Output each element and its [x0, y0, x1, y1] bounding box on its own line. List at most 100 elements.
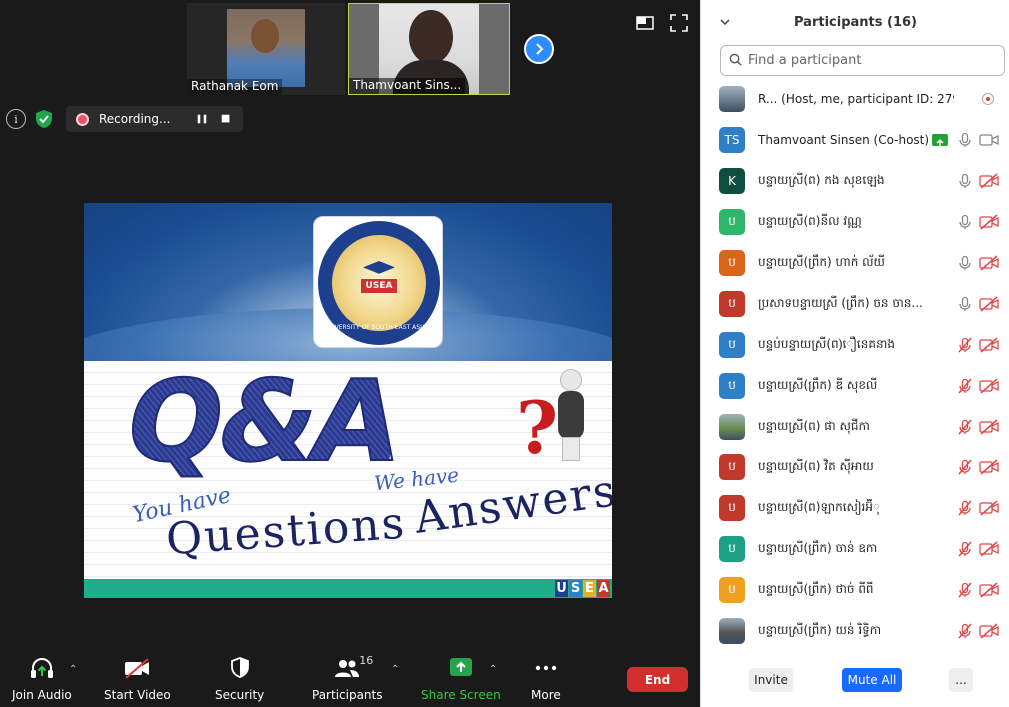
participant-name: បន្ទាយស្រី(ព្រឹក) ថាច់ ពីពី: [758, 582, 874, 597]
participant-row[interactable]: ប បន្ទាយស្រី(ព្រឹក) ឌី សុខលី: [701, 365, 1009, 406]
encryption-shield-icon[interactable]: [34, 109, 54, 129]
camera-off-icon: [979, 255, 999, 271]
start-video-button[interactable]: Start Video: [104, 656, 171, 702]
more-label: More: [531, 688, 561, 702]
fullscreen-icon[interactable]: [670, 14, 688, 32]
mic-muted-icon[interactable]: [957, 378, 973, 394]
participant-avatar: ប: [719, 454, 745, 481]
video-thumbnail-active-speaker[interactable]: Thamvoant Sins...: [348, 3, 510, 95]
participant-row[interactable]: ប ប្រសាទបន្ទាយស្រី (ព្រឹក) ចន ចាន...: [701, 283, 1009, 324]
participant-avatar-photo: [719, 86, 745, 113]
participant-avatar: ប: [719, 331, 745, 358]
shared-screen[interactable]: USEA UNIVERSITY OF SOUTH-EAST ASIA Q&A Y…: [84, 203, 612, 598]
slide-header-background: USEA UNIVERSITY OF SOUTH-EAST ASIA: [84, 203, 612, 428]
camera-icon: [979, 132, 999, 148]
share-screen-icon: [447, 656, 475, 680]
search-icon: [729, 51, 742, 70]
layout-icon[interactable]: [636, 14, 654, 32]
panel-header: Participants (16): [701, 0, 1009, 44]
mic-muted-icon[interactable]: [957, 337, 973, 353]
recording-dot-icon: [76, 112, 89, 126]
mic-muted-icon[interactable]: [957, 459, 973, 475]
start-video-label: Start Video: [104, 688, 171, 702]
panel-footer: Invite Mute All ...: [701, 666, 1009, 694]
mic-muted-icon[interactable]: [957, 541, 973, 557]
invite-button[interactable]: Invite: [749, 668, 793, 692]
participants-count: 16: [359, 654, 374, 667]
participant-row[interactable]: ប បន្ទាយស្រី(ព្រឹក) ថាច់ ពីពី: [701, 570, 1009, 611]
participant-row[interactable]: TS Thamvoant Sinsen (Co-host): [701, 120, 1009, 161]
video-off-icon: [123, 656, 151, 680]
mic-icon[interactable]: [957, 255, 973, 271]
participants-label: Participants: [312, 688, 383, 702]
thumbnail-name: Thamvoant Sins...: [349, 78, 466, 94]
sharing-indicator-icon: [932, 134, 948, 148]
camera-off-icon: [979, 541, 999, 557]
mic-muted-icon[interactable]: [957, 623, 973, 639]
mic-muted-icon[interactable]: [957, 582, 973, 598]
participant-name: Thamvoant Sinsen (Co-host): [758, 133, 930, 148]
participant-row[interactable]: ប បន្ទាយស្រី(ព្រឹក) ហាក់ ល័យី: [701, 243, 1009, 284]
meeting-area: Rathanak Eom Thamvoant Sins... i Recordi…: [0, 0, 700, 707]
participant-row[interactable]: បន្ទាយស្រី(ព) ផា សុជីកា: [701, 406, 1009, 447]
participant-row[interactable]: ប បន្ទាយស្រី(ព) វិត ស៊ីអាយ: [701, 447, 1009, 488]
recording-indicator: Recording...: [66, 106, 243, 132]
participant-row[interactable]: បន្ទាយស្រី(ព្រឹក) យន់ រិទ្ធិកា: [701, 611, 1009, 652]
audio-options-caret-icon[interactable]: ⌃: [69, 664, 77, 675]
participants-icon: 16: [333, 654, 373, 680]
participants-options-caret-icon[interactable]: ⌃: [391, 664, 399, 675]
footer-logo: U S E A: [555, 580, 610, 597]
participants-panel: Participants (16) R... (Host, me, partic…: [700, 0, 1009, 707]
search-input[interactable]: [748, 53, 988, 68]
participant-avatar: ប: [719, 209, 745, 236]
person-figure: [552, 369, 588, 461]
participant-row[interactable]: ប បន្ទប់បន្ទាយស្រី(ព)ឿនេគនាង: [701, 324, 1009, 365]
logo-mark: USEA: [361, 279, 397, 293]
share-screen-button[interactable]: Share Screen: [421, 656, 501, 702]
chevron-down-icon[interactable]: [719, 16, 731, 28]
mic-icon[interactable]: [957, 214, 973, 230]
pause-recording-icon[interactable]: [195, 112, 209, 126]
mic-muted-icon[interactable]: [957, 500, 973, 516]
security-button[interactable]: Security: [215, 656, 264, 702]
camera-off-icon: [979, 500, 999, 516]
mic-icon[interactable]: [957, 173, 973, 189]
zoom-window: Rathanak Eom Thamvoant Sins... i Recordi…: [0, 0, 1009, 707]
meeting-toolbar: Join Audio ⌃ Start Video Security 16 Par…: [0, 650, 700, 707]
participant-name: បន្ទប់បន្ទាយស្រី(ព)ឿនេគនាង: [758, 336, 895, 351]
participant-row[interactable]: R... (Host, me, participant ID: 279408): [701, 79, 1009, 120]
participant-row[interactable]: ប បន្ទាយស្រី(ព្រឹក) ចាន់ ឧកា: [701, 529, 1009, 570]
footer-logo-letter: S: [569, 580, 582, 597]
info-icon[interactable]: i: [6, 109, 26, 129]
camera-off-icon: [979, 378, 999, 394]
participants-button[interactable]: 16 Participants: [312, 654, 383, 702]
mute-all-button[interactable]: Mute All: [842, 668, 902, 692]
participant-row[interactable]: ប បន្ទាយស្រី(ព)ឡាកសៀរអ៊ីុ: [701, 488, 1009, 529]
video-thumbnail[interactable]: Rathanak Eom: [187, 3, 345, 95]
panel-more-button[interactable]: ...: [949, 668, 973, 692]
mic-icon[interactable]: [957, 296, 973, 312]
share-screen-label: Share Screen: [421, 688, 501, 702]
participant-avatar: ប: [719, 577, 745, 604]
participant-avatar: TS: [719, 127, 745, 154]
next-page-button[interactable]: [524, 34, 554, 64]
mic-icon[interactable]: [957, 132, 973, 148]
participant-row[interactable]: K បន្ទាយស្រី(ព) កង សុខឡេង: [701, 161, 1009, 202]
view-controls: [636, 14, 688, 32]
camera-off-icon: [979, 337, 999, 353]
participant-name: បន្ទាយស្រី(ព)ឡាកសៀរអ៊ីុ: [758, 500, 880, 515]
join-audio-button[interactable]: Join Audio: [12, 656, 72, 702]
stop-recording-icon[interactable]: [219, 112, 233, 126]
more-button[interactable]: More: [531, 656, 561, 702]
camera-off-icon: [979, 296, 999, 312]
end-meeting-button[interactable]: End: [627, 667, 688, 692]
footer-logo-letter: A: [597, 580, 610, 597]
security-shield-icon: [226, 656, 254, 680]
university-logo: USEA UNIVERSITY OF SOUTH-EAST ASIA: [313, 216, 443, 348]
slide-footer: U S E A: [84, 579, 612, 598]
participant-search[interactable]: [720, 45, 1005, 76]
participant-avatar: K: [719, 168, 745, 195]
mic-muted-icon[interactable]: [957, 419, 973, 435]
share-options-caret-icon[interactable]: ⌃: [489, 664, 497, 675]
participant-row[interactable]: ប បន្ទាយស្រី(ព)នីល វណ្ណ: [701, 202, 1009, 243]
